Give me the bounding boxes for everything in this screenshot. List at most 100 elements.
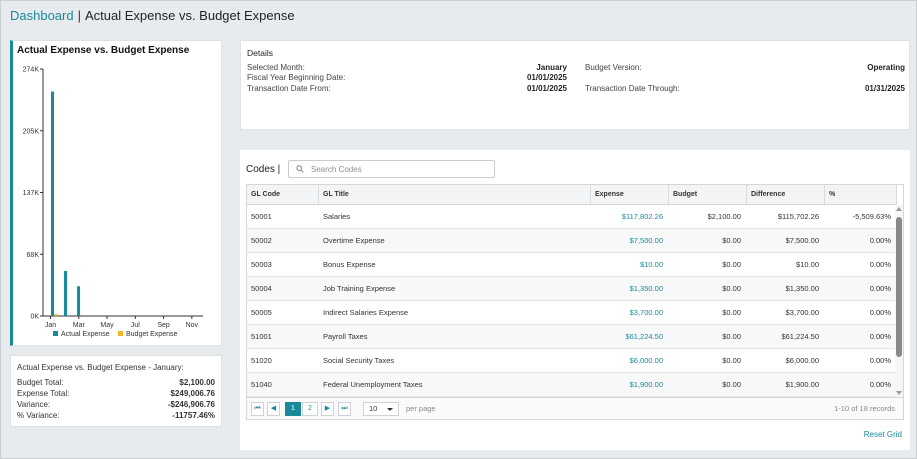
cell-title: Bonus Expense — [323, 260, 376, 269]
table-row[interactable]: 51040 Federal Unemployment Taxes $1,900.00… — [247, 373, 897, 397]
last-page-button[interactable]: ⏭ — [338, 402, 351, 416]
col-budget[interactable]: Budget — [669, 185, 747, 205]
col-difference[interactable]: Difference — [747, 185, 825, 205]
txn-from-label: Transaction Date From: — [247, 84, 331, 93]
x-tick-label: Mar — [73, 322, 86, 329]
codes-panel: Codes | GL Code GL Title Expense Budget … — [240, 150, 910, 450]
cell-expense[interactable]: $1,900.00 — [591, 373, 663, 397]
expense-chart: 0K 68K 137K 205K 274K Jan Mar May Jul Sep Nov Actua… — [23, 67, 203, 338]
summary-row-pct-variance: % Variance: -11757.46% — [17, 411, 215, 420]
budget-version-value: Operating — [867, 63, 905, 72]
first-page-button[interactable]: ⏮ — [251, 402, 264, 416]
cell-difference: $10.00 — [796, 260, 819, 269]
cell-budget: $0.00 — [722, 236, 741, 245]
col-gl-title[interactable]: GL Title — [319, 185, 591, 205]
grid-scrollbar[interactable] — [895, 205, 903, 397]
cell-pct: 0.00% — [869, 284, 891, 293]
y-tick-label: 205K — [23, 128, 40, 135]
txn-through-label: Transaction Date Through: — [585, 84, 680, 93]
page-1-button[interactable]: 1 — [285, 402, 301, 416]
cell-expense[interactable]: $117,802.26 — [591, 205, 663, 229]
search-box[interactable] — [288, 160, 495, 178]
cell-difference: $1,350.00 — [785, 284, 819, 293]
bar-budget-expense — [54, 314, 58, 316]
cell-code: 50004 — [251, 284, 272, 293]
cell-difference: $7,500.00 — [785, 236, 819, 245]
summary-row-variance: Variance: -$246,906.76 — [17, 400, 215, 409]
x-tick-label: May — [100, 322, 114, 329]
bar-actual-expense — [77, 286, 81, 316]
prev-page-button[interactable]: ◀ — [267, 402, 280, 416]
cell-budget: $0.00 — [722, 380, 741, 389]
details-panel: Details Selected Month: January Fiscal Y… — [240, 40, 910, 130]
cell-difference: $1,900.00 — [785, 380, 819, 389]
cell-difference: $61,224.50 — [781, 332, 819, 341]
scroll-thumb[interactable] — [896, 217, 902, 357]
cell-code: 51001 — [251, 332, 272, 341]
cell-code: 51020 — [251, 356, 272, 365]
page-size-select[interactable]: 10 — [363, 402, 399, 416]
cell-title: Federal Unemployment Taxes — [323, 380, 423, 389]
col-gl-code[interactable]: GL Code — [247, 185, 319, 205]
per-page-label: per page — [406, 404, 436, 413]
summary-value: -$246,906.76 — [167, 400, 215, 409]
next-page-button[interactable]: ▶ — [321, 402, 334, 416]
cell-expense[interactable]: $3,700.00 — [591, 301, 663, 325]
table-row[interactable]: 50001 Salaries $117,802.26 $2,100.00 $115,70… — [247, 205, 897, 229]
cell-expense[interactable]: $1,350.00 — [591, 277, 663, 301]
fy-begin-label: Fiscal Year Beginning Date: — [247, 73, 346, 82]
grid-header: GL Code GL Title Expense Budget Differen… — [247, 185, 897, 205]
legend-swatch — [53, 331, 58, 336]
cell-expense[interactable]: $6,000.00 — [591, 349, 663, 373]
cell-code: 51040 — [251, 380, 272, 389]
x-tick-label: Jan — [45, 322, 56, 329]
cell-pct: 0.00% — [869, 332, 891, 341]
page-title: Actual Expense vs. Budget Expense — [85, 8, 295, 23]
col-percent[interactable]: % — [825, 185, 897, 205]
table-row[interactable]: 51020 Social Security Taxes $6,000.00 $0.00… — [247, 349, 897, 373]
table-row[interactable]: 50005 Indirect Salaries Expense $3,700.00 $… — [247, 301, 897, 325]
cell-difference: $3,700.00 — [785, 308, 819, 317]
legend-label: Budget Expense — [126, 331, 177, 338]
selected-month-value: January — [536, 63, 567, 72]
page-header: Dashboard | Actual Expense vs. Budget Expe… — [10, 8, 295, 23]
cell-expense[interactable]: $61,224.50 — [591, 325, 663, 349]
summary-value: $249,006.76 — [170, 389, 216, 398]
cell-difference: $6,000.00 — [785, 356, 819, 365]
details-heading: Details — [247, 48, 273, 58]
selected-month-label: Selected Month: — [247, 63, 305, 72]
budget-version-label: Budget Version: — [585, 63, 642, 72]
cell-budget: $2,100.00 — [707, 212, 741, 221]
legend-label: Actual Expense — [61, 331, 110, 338]
cell-code: 50003 — [251, 260, 272, 269]
txn-from-value: 01/01/2025 — [526, 84, 567, 93]
page-2-button[interactable]: 2 — [302, 402, 318, 416]
col-expense[interactable]: Expense — [591, 185, 669, 205]
table-row[interactable]: 50002 Overtime Expense $7,500.00 $0.00 $7,50… — [247, 229, 897, 253]
reset-grid-link[interactable]: Reset Grid — [864, 430, 902, 439]
search-icon — [296, 165, 304, 173]
breadcrumb-separator: | — [77, 8, 81, 23]
cell-pct: 0.00% — [869, 356, 891, 365]
fy-begin-value: 01/01/2025 — [526, 73, 567, 82]
x-tick-label: Sep — [157, 322, 170, 329]
scroll-down-icon[interactable] — [896, 391, 902, 395]
cell-title: Social Security Taxes — [323, 356, 395, 365]
y-tick-label: 0K — [30, 314, 39, 321]
chart-title: Actual Expense vs. Budget Expense — [17, 45, 190, 56]
breadcrumb-dashboard[interactable]: Dashboard — [10, 8, 74, 23]
cell-pct: 0.00% — [869, 260, 891, 269]
cell-expense[interactable]: $7,500.00 — [591, 229, 663, 253]
cell-budget: $0.00 — [722, 260, 741, 269]
search-input[interactable] — [311, 163, 491, 176]
cell-expense[interactable]: $10.00 — [591, 253, 663, 277]
table-row[interactable]: 50004 Job Training Expense $1,350.00 $0.00 $… — [247, 277, 897, 301]
scroll-up-icon[interactable] — [896, 207, 902, 211]
table-row[interactable]: 50003 Bonus Expense $10.00 $0.00 $10.00 0.00% — [247, 253, 897, 277]
table-row[interactable]: 51001 Payroll Taxes $61,224.50 $0.00 $61,224… — [247, 325, 897, 349]
cell-pct: 0.00% — [869, 308, 891, 317]
cell-code: 50001 — [251, 212, 272, 221]
records-count: 1-10 of 18 records — [834, 404, 895, 413]
codes-label: Codes | — [246, 164, 281, 175]
cell-code: 50005 — [251, 308, 272, 317]
